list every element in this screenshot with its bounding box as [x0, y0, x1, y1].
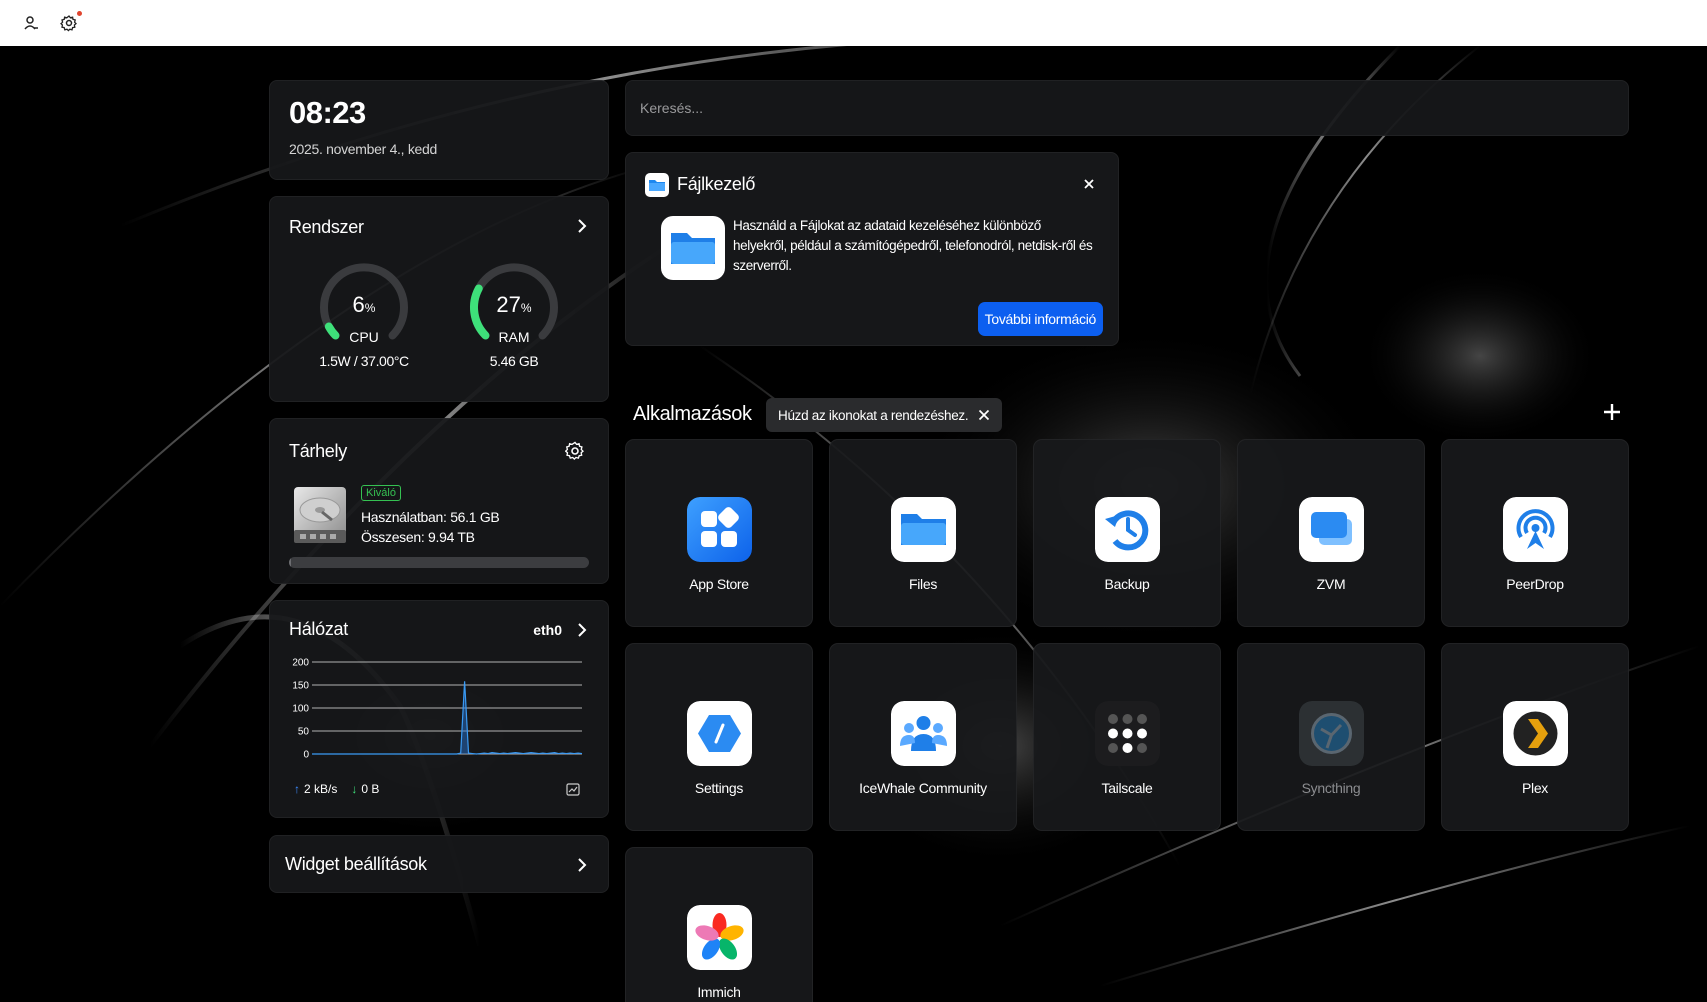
- ram-label: RAM: [498, 329, 530, 345]
- files-icon: [891, 497, 956, 562]
- chevron-right-icon[interactable]: [576, 218, 588, 234]
- cpu-value: 6%: [314, 292, 414, 318]
- peerdrop-icon: [1503, 497, 1568, 562]
- app-tile-immich[interactable]: Immich: [625, 847, 813, 1002]
- storage-progress-bar: [289, 557, 589, 568]
- chart-y-tick-label: 200: [292, 658, 309, 669]
- zvm-icon: [1299, 497, 1364, 562]
- clock-time: 08:23: [289, 95, 366, 130]
- storage-used: Használatban: 56.1 GB: [361, 509, 500, 525]
- ram-gauge: 27% RAM 5.46 GB: [464, 257, 564, 377]
- cpu-label: CPU: [349, 329, 379, 345]
- app-name: IceWhale Community: [859, 780, 987, 796]
- app-tile-settings[interactable]: Settings: [625, 643, 813, 831]
- more-info-button[interactable]: További információ: [977, 302, 1103, 336]
- chart-series-area: [312, 681, 582, 754]
- search-input[interactable]: [640, 100, 1614, 116]
- app-tile-zvm[interactable]: ZVM: [1237, 439, 1425, 627]
- system-title: Rendszer: [289, 217, 364, 237]
- cpu-detail: 1.5W / 37.00°C: [319, 353, 409, 369]
- chevron-right-icon[interactable]: [576, 622, 588, 638]
- cpu-percent: 6: [352, 292, 365, 317]
- chart-series-line: [312, 681, 583, 755]
- download-arrow-icon: ↓: [351, 782, 358, 796]
- clock-widget: 08:23 2025. november 4., kedd: [269, 80, 609, 180]
- drag-tip: Húzd az ikonokat a rendezéshez.: [766, 398, 1003, 432]
- chevron-right-icon[interactable]: [576, 857, 588, 873]
- drag-tip-text: Húzd az ikonokat a rendezéshez.: [778, 407, 969, 423]
- top-bar: [0, 0, 1707, 46]
- network-widget: Hálózat eth0 200 150 100 50 0 ↑ 2 kB/s ↓ 0 B: [269, 600, 609, 818]
- add-app-icon[interactable]: [1601, 401, 1623, 423]
- app-name: App Store: [689, 576, 749, 592]
- network-chart: 200 150 100 50 0: [292, 658, 583, 761]
- close-icon[interactable]: [978, 409, 990, 421]
- files-folder-icon: [661, 216, 725, 280]
- gear-icon[interactable]: [60, 11, 82, 32]
- chart-y-tick-label: 0: [303, 750, 309, 761]
- app-name: Files: [908, 576, 938, 592]
- close-icon[interactable]: [1083, 178, 1095, 190]
- app-tile-icewhale-community[interactable]: IceWhale Community: [829, 643, 1017, 831]
- cpu-unit: %: [364, 301, 376, 315]
- community-icon: [891, 701, 956, 766]
- app-tile-app-store[interactable]: App Store: [625, 439, 813, 627]
- app-tile-syncthing[interactable]: Syncthing: [1237, 643, 1425, 831]
- storage-total: Összesen: 9.94 TB: [361, 529, 475, 545]
- folder-icon: [645, 173, 669, 197]
- app-tile-backup[interactable]: Backup: [1033, 439, 1221, 627]
- chart-y-tick-label: 50: [298, 727, 310, 738]
- apps-title: Alkalmazások: [633, 403, 752, 425]
- notification-dot: [77, 11, 82, 16]
- app-name: Settings: [694, 780, 744, 796]
- immich-icon: [687, 905, 752, 970]
- download-speed: 0 B: [361, 782, 380, 796]
- app-name: Backup: [1104, 576, 1150, 592]
- app-name: PeerDrop: [1506, 576, 1564, 592]
- app-tile-plex[interactable]: Plex: [1441, 643, 1629, 831]
- upload-speed: 2 kB/s: [304, 782, 338, 796]
- network-interface[interactable]: eth0: [533, 622, 562, 638]
- hard-drive-icon: [294, 487, 346, 543]
- chart-y-tick-label: 150: [292, 681, 309, 692]
- chart-icon[interactable]: [566, 783, 580, 796]
- file-manager-title: Fájlkezelő: [677, 174, 756, 194]
- gear-icon[interactable]: [565, 441, 585, 461]
- plex-icon: [1503, 701, 1568, 766]
- app-name: Immich: [697, 984, 741, 1000]
- network-stats: ↑ 2 kB/s ↓ 0 B: [294, 782, 379, 796]
- ram-detail: 5.46 GB: [489, 353, 539, 369]
- app-name: Plex: [1521, 780, 1549, 796]
- app-tile-files[interactable]: Files: [829, 439, 1017, 627]
- settings-icon: [687, 701, 752, 766]
- file-manager-card: Fájlkezelő Használd a Fájlokat az adatai…: [625, 152, 1119, 346]
- storage-widget: Tárhely Kiváló Használatban: 56.1 GB Öss…: [269, 418, 609, 584]
- status-badge: Kiváló: [361, 485, 401, 501]
- widget-settings-label: Widget beállítások: [285, 854, 427, 874]
- widget-settings-button[interactable]: Widget beállítások: [269, 835, 609, 893]
- ram-value: 27%: [464, 292, 564, 318]
- ram-percent: 27: [496, 292, 521, 317]
- storage-progress-fill: [289, 557, 291, 568]
- app-name: ZVM: [1316, 576, 1346, 592]
- app-name: Tailscale: [1101, 780, 1153, 796]
- app-tile-peerdrop[interactable]: PeerDrop: [1441, 439, 1629, 627]
- search-bar: [625, 80, 1629, 136]
- clock-date: 2025. november 4., kedd: [289, 141, 437, 157]
- user-icon[interactable]: [22, 14, 40, 32]
- app-name: Syncthing: [1301, 780, 1361, 796]
- syncthing-icon: [1299, 701, 1364, 766]
- system-widget: Rendszer 6% CPU 1.5W / 37.00°C 27% RAM 5…: [269, 196, 609, 402]
- app-store-icon: [687, 497, 752, 562]
- ram-unit: %: [520, 301, 532, 315]
- cpu-gauge: 6% CPU 1.5W / 37.00°C: [314, 257, 414, 377]
- upload-arrow-icon: ↑: [294, 782, 300, 796]
- file-manager-description: Használd a Fájlokat az adataid kezeléséh…: [733, 218, 1093, 273]
- backup-icon: [1095, 497, 1160, 562]
- storage-title: Tárhely: [289, 441, 347, 461]
- chart-y-tick-label: 100: [292, 704, 309, 715]
- tailscale-icon: [1095, 701, 1160, 766]
- app-tile-tailscale[interactable]: Tailscale: [1033, 643, 1221, 831]
